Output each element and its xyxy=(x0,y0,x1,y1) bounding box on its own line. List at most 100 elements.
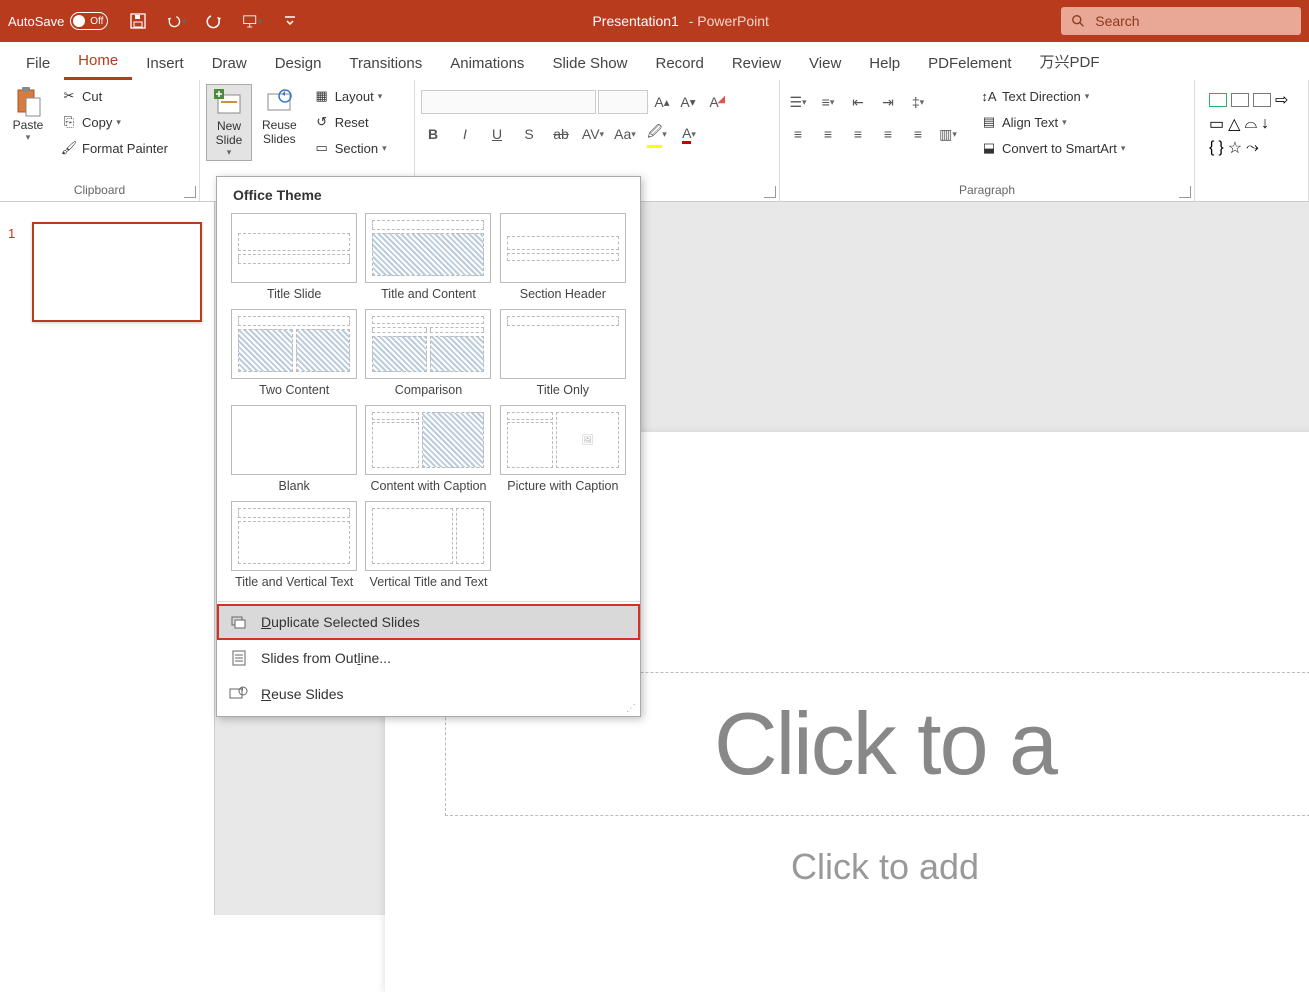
align-text-button[interactable]: ▤Align Text ▾ xyxy=(974,110,1131,134)
outline-icon xyxy=(229,648,249,668)
tab-design[interactable]: Design xyxy=(261,47,336,80)
layout-two-content[interactable]: Two Content xyxy=(231,309,357,397)
tab-help[interactable]: Help xyxy=(855,47,914,80)
bold-icon[interactable]: B xyxy=(421,122,445,146)
highlight-icon[interactable]: 🖉▾ xyxy=(645,122,669,146)
toggle-switch[interactable]: Off xyxy=(70,12,108,30)
duplicate-slides-item[interactable]: Duplicate Selected Slides xyxy=(217,604,640,640)
tab-view[interactable]: View xyxy=(795,47,855,80)
section-icon: ▭ xyxy=(313,139,331,157)
layout-comparison[interactable]: Comparison xyxy=(365,309,491,397)
change-case-icon[interactable]: Aa▾ xyxy=(613,122,637,146)
new-slide-button[interactable]: New Slide▾ xyxy=(206,84,252,161)
tab-insert[interactable]: Insert xyxy=(132,47,198,80)
smartart-button[interactable]: ⬓Convert to SmartArt ▾ xyxy=(974,136,1131,160)
decrease-font-icon[interactable]: A▾ xyxy=(676,90,700,114)
shadow-icon[interactable]: S xyxy=(517,122,541,146)
decrease-indent-icon[interactable]: ⇤ xyxy=(846,90,870,114)
slides-from-outline-item[interactable]: Slides from Outline... xyxy=(217,640,640,676)
reuse-icon xyxy=(229,684,249,704)
text-direction-button[interactable]: ↕AText Direction ▾ xyxy=(974,84,1131,108)
paragraph-launcher[interactable] xyxy=(1179,186,1191,198)
slide-thumbnails-panel[interactable]: 1 xyxy=(0,202,215,915)
layout-picture-caption[interactable]: 🖼Picture with Caption xyxy=(500,405,626,493)
layout-title-slide[interactable]: Title Slide xyxy=(231,213,357,301)
tab-review[interactable]: Review xyxy=(718,47,795,80)
present-icon[interactable]: ▾ xyxy=(242,11,262,31)
group-clipboard: Paste▾ ✂Cut ⎘Copy ▾ 🖌Format Painter Clip… xyxy=(0,80,200,201)
cut-button[interactable]: ✂Cut xyxy=(54,84,174,108)
tab-record[interactable]: Record xyxy=(641,47,717,80)
reset-button[interactable]: ↺Reset xyxy=(307,110,393,134)
font-size-combo[interactable] xyxy=(598,90,648,114)
shape-rect-icon[interactable]: ▭ xyxy=(1209,114,1224,134)
align-center-icon[interactable]: ≡ xyxy=(816,122,840,146)
copy-button[interactable]: ⎘Copy ▾ xyxy=(54,110,174,134)
subtitle-placeholder[interactable]: Click to add xyxy=(445,846,1309,888)
redo-icon[interactable] xyxy=(204,11,224,31)
shape-star-icon[interactable]: ☆ xyxy=(1228,138,1242,158)
columns-icon[interactable]: ▥▾ xyxy=(936,122,960,146)
numbering-icon[interactable]: ≡▾ xyxy=(816,90,840,114)
save-icon[interactable] xyxy=(128,11,148,31)
tab-pdfelement[interactable]: PDFelement xyxy=(914,47,1025,80)
autosave-toggle[interactable]: AutoSave Off xyxy=(8,12,108,30)
dropdown-separator xyxy=(217,601,640,602)
char-spacing-icon[interactable]: AV▾ xyxy=(581,122,605,146)
tab-wanxing[interactable]: 万兴PDF xyxy=(1026,43,1114,80)
distribute-icon[interactable]: ≡ xyxy=(906,122,930,146)
shape-tri-icon[interactable]: △ xyxy=(1228,114,1240,134)
reuse-slides-item[interactable]: Reuse Slides xyxy=(217,676,640,712)
resize-grip[interactable]: ⋰ xyxy=(626,703,636,714)
tab-home[interactable]: Home xyxy=(64,44,132,80)
bullets-icon[interactable]: ☰▾ xyxy=(786,90,810,114)
font-name-combo[interactable] xyxy=(421,90,596,114)
layout-blank[interactable]: Blank xyxy=(231,405,357,493)
shape-arrow-icon[interactable]: ⇨ xyxy=(1275,90,1288,110)
italic-icon[interactable]: I xyxy=(453,122,477,146)
justify-icon[interactable]: ≡ xyxy=(876,122,900,146)
tab-draw[interactable]: Draw xyxy=(198,47,261,80)
slide-thumbnail-1[interactable] xyxy=(32,222,202,322)
tab-animations[interactable]: Animations xyxy=(436,47,538,80)
shape-icon[interactable] xyxy=(1231,93,1249,107)
line-spacing-icon[interactable]: ‡▾ xyxy=(906,90,930,114)
tab-transitions[interactable]: Transitions xyxy=(335,47,436,80)
shape-connector-icon[interactable]: ⤳ xyxy=(1246,139,1259,157)
strikethrough-icon[interactable]: ab xyxy=(549,122,573,146)
tab-file[interactable]: File xyxy=(12,47,64,80)
increase-indent-icon[interactable]: ⇥ xyxy=(876,90,900,114)
paste-button[interactable]: Paste▾ xyxy=(6,84,50,145)
font-color-icon[interactable]: A▾ xyxy=(677,122,701,146)
layout-button[interactable]: ▦Layout ▾ xyxy=(307,84,393,108)
increase-font-icon[interactable]: A▴ xyxy=(650,90,674,114)
reuse-slides-button[interactable]: Reuse Slides xyxy=(256,84,303,148)
undo-icon[interactable]: ▾ xyxy=(166,11,186,31)
shape-line-icon[interactable]: ⌓ xyxy=(1244,115,1257,133)
search-box[interactable] xyxy=(1061,7,1301,35)
clipboard-launcher[interactable] xyxy=(184,186,196,198)
shape-brace-icon[interactable]: { xyxy=(1209,139,1214,157)
tab-slideshow[interactable]: Slide Show xyxy=(538,47,641,80)
section-button[interactable]: ▭Section ▾ xyxy=(307,136,393,160)
layout-section-header[interactable]: Section Header xyxy=(500,213,626,301)
align-right-icon[interactable]: ≡ xyxy=(846,122,870,146)
clear-formatting-icon[interactable]: A◢ xyxy=(702,90,726,114)
customize-qat-icon[interactable] xyxy=(280,11,300,31)
layout-title-only[interactable]: Title Only xyxy=(500,309,626,397)
shape-arrow-icon[interactable]: ↓ xyxy=(1261,115,1269,133)
layout-content-caption[interactable]: Content with Caption xyxy=(365,405,491,493)
shape-textbox-icon[interactable] xyxy=(1209,93,1227,107)
layout-title-vertical-text[interactable]: Title and Vertical Text xyxy=(231,501,357,589)
underline-icon[interactable]: U xyxy=(485,122,509,146)
shape-brace-icon[interactable]: } xyxy=(1218,139,1223,157)
shape-icon[interactable] xyxy=(1253,93,1271,107)
quick-access-toolbar: ▾ ▾ xyxy=(128,11,300,31)
search-input[interactable] xyxy=(1095,13,1291,29)
layout-vertical-title-text[interactable]: Vertical Title and Text xyxy=(365,501,491,589)
font-launcher[interactable] xyxy=(764,186,776,198)
format-painter-button[interactable]: 🖌Format Painter xyxy=(54,136,174,160)
layout-title-content[interactable]: Title and Content xyxy=(365,213,491,301)
align-left-icon[interactable]: ≡ xyxy=(786,122,810,146)
new-slide-dropdown: Office Theme Title Slide Title and Conte… xyxy=(216,176,641,717)
